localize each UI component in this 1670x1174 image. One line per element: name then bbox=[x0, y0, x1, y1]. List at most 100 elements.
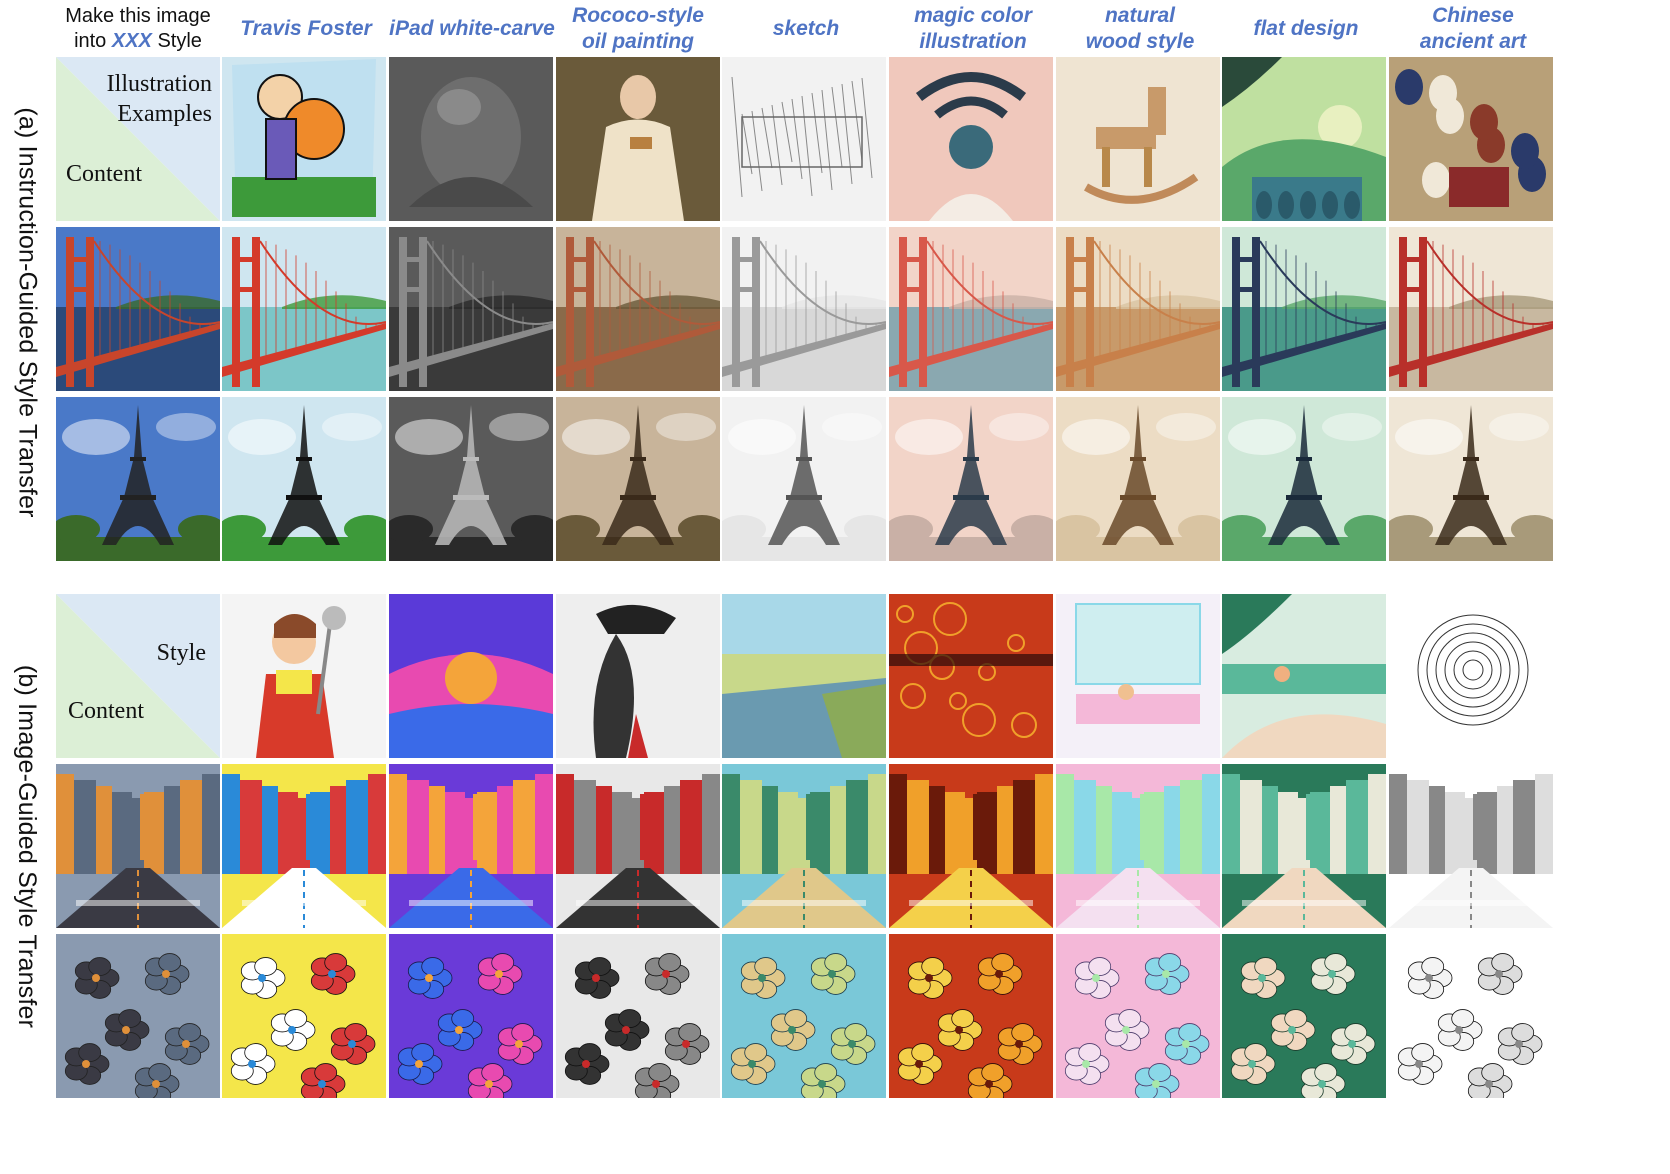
blossom-image-2-art bbox=[389, 934, 553, 1098]
blossom-image-6-art bbox=[1056, 934, 1220, 1098]
style-ref-image-7-art bbox=[1222, 594, 1386, 758]
blossom-image-7-art bbox=[1222, 934, 1386, 1098]
style-ref-image-1-art bbox=[222, 594, 386, 758]
eiffel-image-0-art bbox=[56, 397, 220, 561]
legend-a-top-label: Illustration Examples bbox=[107, 69, 212, 129]
style-header-sketch: sketch bbox=[722, 2, 890, 56]
city-image-4-art bbox=[722, 764, 886, 928]
style-header-line1: Chinese bbox=[1432, 4, 1514, 27]
example-image-8 bbox=[1389, 57, 1553, 221]
bridge-image-7 bbox=[1222, 227, 1386, 391]
city-image-0-art bbox=[56, 764, 220, 928]
bridge-image-4-art bbox=[722, 227, 886, 391]
bridge-image-8-art bbox=[1389, 227, 1553, 391]
eiffel-image-4 bbox=[722, 397, 886, 561]
style-ref-image-5-art bbox=[889, 594, 1053, 758]
legend-b-top-label: Style bbox=[156, 640, 206, 666]
style-ref-image-8 bbox=[1389, 594, 1553, 758]
city-image-7-art bbox=[1222, 764, 1386, 928]
legend-a-top-line1: Illustration bbox=[106, 71, 212, 97]
blossom-image-6 bbox=[1056, 934, 1220, 1098]
example-image-4 bbox=[722, 57, 886, 221]
instruction-emph: XXX bbox=[111, 30, 152, 52]
style-header-line2: oil painting bbox=[582, 30, 694, 53]
bridge-image-4 bbox=[722, 227, 886, 391]
example-image-1 bbox=[222, 57, 386, 221]
example-image-2-art bbox=[389, 57, 553, 221]
city-image-2 bbox=[389, 764, 553, 928]
section-a-label-container: (a) Instruction-Guided Style Transfer bbox=[0, 60, 54, 565]
style-ref-image-2-art bbox=[389, 594, 553, 758]
blossom-image-3 bbox=[556, 934, 720, 1098]
instruction-line-1: Make this image bbox=[65, 5, 211, 27]
blossom-image-5-art bbox=[889, 934, 1053, 1098]
bridge-image-5-art bbox=[889, 227, 1053, 391]
style-header-magic-color: magic color illustration bbox=[889, 2, 1057, 56]
bridge-image-5 bbox=[889, 227, 1053, 391]
example-image-2 bbox=[389, 57, 553, 221]
example-image-6-art bbox=[1056, 57, 1220, 221]
style-ref-image-1 bbox=[222, 594, 386, 758]
city-image-6-art bbox=[1056, 764, 1220, 928]
eiffel-image-6-art bbox=[1056, 397, 1220, 561]
city-image-8-art bbox=[1389, 764, 1553, 928]
blossom-image-5 bbox=[889, 934, 1053, 1098]
style-header-line1: flat design bbox=[1253, 17, 1359, 40]
example-image-4-art bbox=[722, 57, 886, 221]
example-image-1-art bbox=[222, 57, 386, 221]
blossom-image-8-art bbox=[1389, 934, 1553, 1098]
eiffel-image-2-art bbox=[389, 397, 553, 561]
city-image-2-art bbox=[389, 764, 553, 928]
instruction-line-2: into XXX Style bbox=[56, 29, 220, 54]
city-image-6 bbox=[1056, 764, 1220, 928]
style-header-line1: magic color bbox=[914, 4, 1032, 27]
bridge-image-1 bbox=[222, 227, 386, 391]
section-b-label: (b) Image-Guided Style Transfer bbox=[13, 664, 42, 1029]
legend-a-top-line2: Examples bbox=[117, 101, 212, 127]
style-ref-image-4-art bbox=[722, 594, 886, 758]
style-header-line2: illustration bbox=[919, 30, 1027, 53]
style-header-chinese-ancient-art: Chinese ancient art bbox=[1389, 2, 1557, 56]
bridge-image-2-art bbox=[389, 227, 553, 391]
instruction-suffix: Style bbox=[151, 30, 202, 52]
example-image-5-art bbox=[889, 57, 1053, 221]
city-image-1-art bbox=[222, 764, 386, 928]
city-image-4 bbox=[722, 764, 886, 928]
eiffel-image-4-art bbox=[722, 397, 886, 561]
blossom-image-3-art bbox=[556, 934, 720, 1098]
blossom-image-1 bbox=[222, 934, 386, 1098]
style-ref-image-3 bbox=[556, 594, 720, 758]
style-header-line1: Travis Foster bbox=[240, 17, 372, 40]
bridge-image-6-art bbox=[1056, 227, 1220, 391]
style-header-line1: Rococo-style bbox=[572, 4, 704, 27]
legend-cell-b: Style Content bbox=[56, 594, 220, 758]
bridge-image-8 bbox=[1389, 227, 1553, 391]
bridge-image-3 bbox=[556, 227, 720, 391]
legend-cell-a: Illustration Examples Content bbox=[56, 57, 220, 221]
blossom-image-8 bbox=[1389, 934, 1553, 1098]
city-image-7 bbox=[1222, 764, 1386, 928]
eiffel-image-6 bbox=[1056, 397, 1220, 561]
example-image-7-art bbox=[1222, 57, 1386, 221]
style-header-travis-foster: Travis Foster bbox=[222, 2, 390, 56]
style-ref-image-5 bbox=[889, 594, 1053, 758]
legend-diagonal-b bbox=[56, 594, 220, 758]
instruction-prefix: into bbox=[74, 30, 112, 52]
style-ref-image-3-art bbox=[556, 594, 720, 758]
city-image-5-art bbox=[889, 764, 1053, 928]
instruction-header: Make this image into XXX Style bbox=[56, 4, 220, 54]
style-ref-image-2 bbox=[389, 594, 553, 758]
bridge-image-7-art bbox=[1222, 227, 1386, 391]
example-image-7 bbox=[1222, 57, 1386, 221]
eiffel-image-8 bbox=[1389, 397, 1553, 561]
example-image-8-art bbox=[1389, 57, 1553, 221]
city-image-5 bbox=[889, 764, 1053, 928]
style-ref-image-7 bbox=[1222, 594, 1386, 758]
style-header-line1: sketch bbox=[772, 17, 840, 40]
style-header-natural-wood: natural wood style bbox=[1056, 2, 1224, 56]
section-a-label: (a) Instruction-Guided Style Transfer bbox=[13, 107, 42, 518]
blossom-image-0 bbox=[56, 934, 220, 1098]
blossom-image-4-art bbox=[722, 934, 886, 1098]
style-header-ipad-white-carve: iPad white-carve bbox=[386, 2, 558, 56]
section-b-label-container: (b) Image-Guided Style Transfer bbox=[0, 594, 54, 1099]
